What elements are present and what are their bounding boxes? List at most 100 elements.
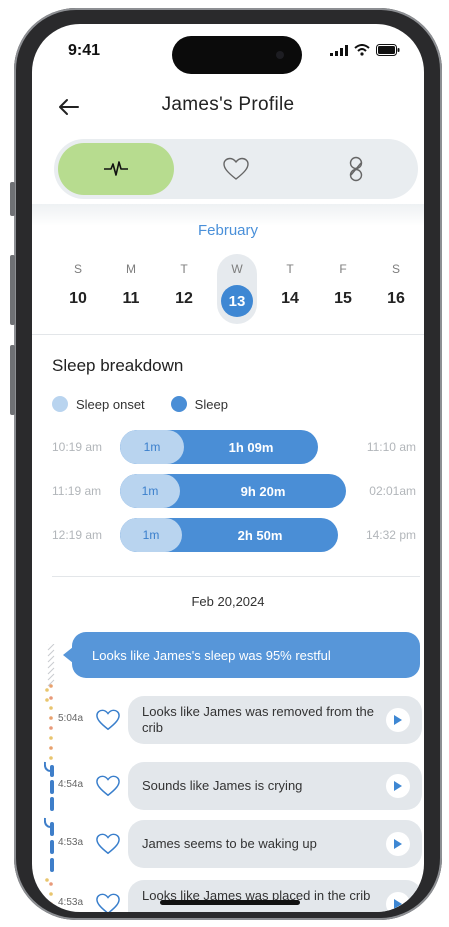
play-button[interactable] — [386, 832, 410, 856]
camera-dot — [276, 51, 284, 59]
phone-volume-down-button — [10, 345, 15, 415]
day-letter: W — [231, 262, 243, 276]
day-letter: S — [73, 262, 82, 276]
day-number: 12 — [175, 290, 193, 307]
calendar-day[interactable]: T 12 — [164, 254, 204, 324]
legend-onset-swatch — [52, 396, 68, 412]
header: James's Profile — [32, 88, 424, 128]
sleep-end-time: 11:10 am — [366, 440, 416, 454]
sleep-row[interactable]: 10:19 am 1m 1h 09m 11:10 am — [32, 430, 424, 466]
event-item: 5:04a Looks like James was removed from t… — [32, 696, 424, 746]
sleep-bar[interactable]: 1m 2h 50m — [120, 518, 338, 552]
sleep-start-time: 10:19 am — [52, 440, 103, 454]
sleep-row[interactable]: 11:19 am 1m 9h 20m 02:01am — [32, 474, 424, 510]
battery-icon — [376, 44, 400, 56]
week-strip: S 10 M 11 T 12 W 13 T 14 F 15 S 16 — [52, 254, 405, 324]
tab-feeding[interactable] — [298, 143, 414, 195]
sleep-onset-segment: 1m — [120, 430, 184, 464]
event-time: 5:04a — [58, 713, 84, 724]
log-date: Feb 20,2024 — [191, 594, 265, 609]
sleep-breakdown-title: Sleep breakdown — [52, 356, 184, 375]
day-number: 11 — [122, 290, 140, 307]
sleep-start-time: 12:19 am — [52, 528, 103, 542]
day-letter: M — [126, 262, 136, 276]
day-letter: F — [339, 262, 347, 276]
sleep-bar[interactable]: 1m 1h 09m — [120, 430, 318, 464]
heart-icon — [223, 157, 249, 180]
calendar-day[interactable]: M 11 — [111, 254, 151, 324]
play-icon — [394, 715, 402, 725]
tab-activity[interactable] — [58, 143, 174, 195]
day-number: 15 — [334, 290, 352, 307]
event-time: 4:53a — [58, 837, 84, 848]
calendar-day[interactable]: T 14 — [270, 254, 310, 324]
day-number: 13 — [221, 285, 253, 317]
sleep-duration: 2h 50m — [237, 527, 283, 543]
dynamic-island — [172, 36, 302, 74]
calendar-day[interactable]: W 13 — [217, 254, 257, 324]
day-letter: T — [286, 262, 294, 276]
sleep-summary-text: Looks like James's sleep was 95% restful — [92, 647, 331, 663]
screen: 9:41 James's Profile February S 10 M 11 … — [32, 24, 424, 912]
event-item: 4:53a James seems to be waking up — [32, 820, 424, 870]
status-bar: 9:41 — [32, 24, 424, 74]
event-card[interactable]: James seems to be waking up — [128, 820, 422, 868]
play-button[interactable] — [386, 708, 410, 732]
sleep-start-time: 11:19 am — [52, 484, 102, 498]
legend-sleep-swatch — [170, 396, 187, 412]
play-icon — [394, 781, 402, 791]
month-label: February — [197, 222, 259, 239]
event-card[interactable]: Looks like James was removed from the cr… — [128, 696, 422, 744]
heartbeat-icon — [104, 161, 128, 176]
event-item: 4:53a Looks like James was placed in the … — [32, 880, 424, 912]
event-time: 4:53a — [58, 897, 84, 908]
event-card[interactable]: Sounds like James is crying — [128, 762, 422, 810]
section-divider — [52, 576, 420, 577]
page-title: James's Profile — [161, 94, 295, 115]
pacifier-icon — [349, 156, 363, 182]
home-indicator — [160, 900, 300, 905]
play-icon — [394, 839, 402, 849]
sleep-legend: Sleep onset Sleep — [52, 396, 228, 412]
heart-icon[interactable] — [96, 774, 120, 798]
section-divider — [32, 334, 424, 335]
tab-health[interactable] — [178, 143, 294, 195]
event-message: Looks like James was removed from the cr… — [142, 704, 374, 735]
sleep-row[interactable]: 12:19 am 1m 2h 50m 14:32 pm — [32, 518, 424, 554]
event-message: Sounds like James is crying — [142, 778, 303, 793]
play-button[interactable] — [386, 892, 410, 912]
sleep-end-time: 14:32 pm — [365, 528, 416, 542]
play-icon — [394, 899, 402, 909]
heart-icon[interactable] — [96, 708, 120, 732]
event-message: James seems to be waking up — [142, 836, 317, 851]
event-item: 4:54a Sounds like James is crying — [32, 762, 424, 812]
sleep-summary-bubble: Looks like James's sleep was 95% restful — [63, 632, 420, 678]
status-time: 9:41 — [68, 42, 101, 59]
day-letter: T — [180, 262, 188, 276]
heart-icon[interactable] — [96, 832, 120, 856]
phone-side-button — [10, 182, 15, 216]
event-time: 4:54a — [58, 779, 84, 790]
day-letter: S — [391, 262, 400, 276]
day-number: 14 — [281, 290, 299, 307]
event-card[interactable]: Looks like James was placed in the crib — [128, 880, 422, 912]
wifi-icon — [354, 44, 370, 56]
legend-sleep-label: Sleep — [194, 396, 228, 412]
sleep-bar[interactable]: 1m 9h 20m — [120, 474, 346, 508]
day-number: 10 — [69, 290, 87, 307]
heart-icon[interactable] — [96, 892, 120, 912]
status-icons — [330, 44, 400, 56]
sleep-duration: 9h 20m — [240, 483, 286, 499]
sleep-duration: 1h 09m — [228, 439, 274, 455]
play-button[interactable] — [386, 774, 410, 798]
sleep-end-time: 02:01am — [369, 484, 416, 498]
calendar-day[interactable]: S 16 — [376, 254, 416, 324]
day-number: 16 — [387, 290, 405, 307]
calendar-day[interactable]: F 15 — [323, 254, 363, 324]
sleep-onset-segment: 1m — [120, 518, 182, 552]
phone-volume-up-button — [10, 255, 15, 325]
legend-onset-label: Sleep onset — [76, 396, 145, 412]
calendar-day[interactable]: S 10 — [58, 254, 98, 324]
segmented-tabs — [54, 139, 418, 199]
cellular-signal-icon — [330, 44, 348, 56]
